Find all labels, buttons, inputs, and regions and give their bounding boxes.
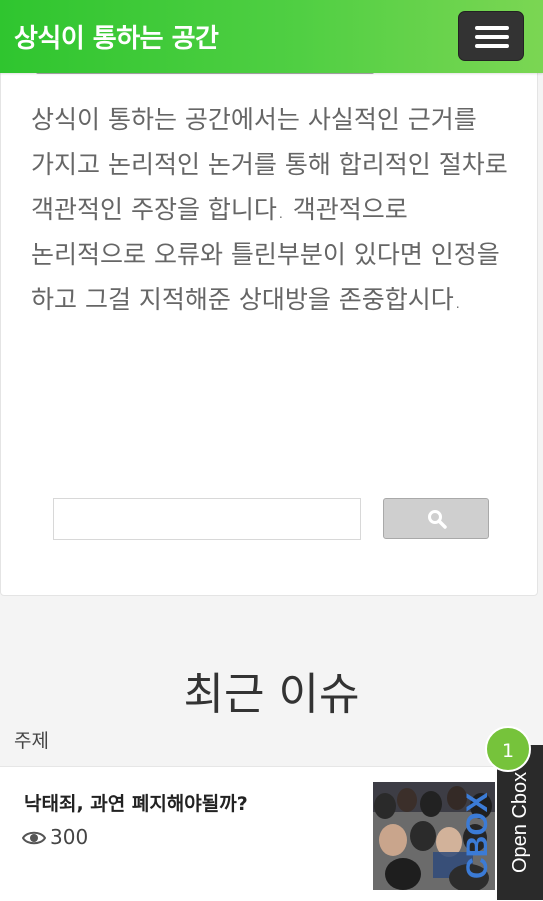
recent-issues-title: 최근 이슈 <box>183 669 360 720</box>
menu-toggle-button[interactable] <box>458 11 524 61</box>
view-count-value: 300 <box>50 825 89 849</box>
issue-thumbnail[interactable]: CBOX <box>373 782 495 890</box>
issue-list-item[interactable]: 낙태죄, 과연 폐지해야될까? 300 CBOX <box>0 766 543 901</box>
view-count: 300 <box>21 825 89 849</box>
site-title[interactable]: 상식이 통하는 공간 <box>14 18 219 55</box>
issue-title[interactable]: 낙태죄, 과연 폐지해야될까? <box>24 789 248 816</box>
site-header: 상식이 통하는 공간 <box>0 0 543 73</box>
search-icon <box>428 510 447 529</box>
search-input[interactable] <box>53 498 361 540</box>
intro-text: 상식이 통하는 공간에서는 사실적인 근거를 가지고 논리적인 논거를 통해 합… <box>31 105 508 314</box>
topic-label: 주제 <box>14 730 49 752</box>
intro-card: 상식이 통하는 공간에서는 사실적인 근거를 가지고 논리적인 논거를 통해 합… <box>0 40 538 596</box>
eye-icon <box>21 831 47 845</box>
thumbnail-overlay-text: CBOX <box>461 792 494 880</box>
notification-badge[interactable]: 1 <box>485 726 531 772</box>
search-button[interactable] <box>383 498 489 539</box>
